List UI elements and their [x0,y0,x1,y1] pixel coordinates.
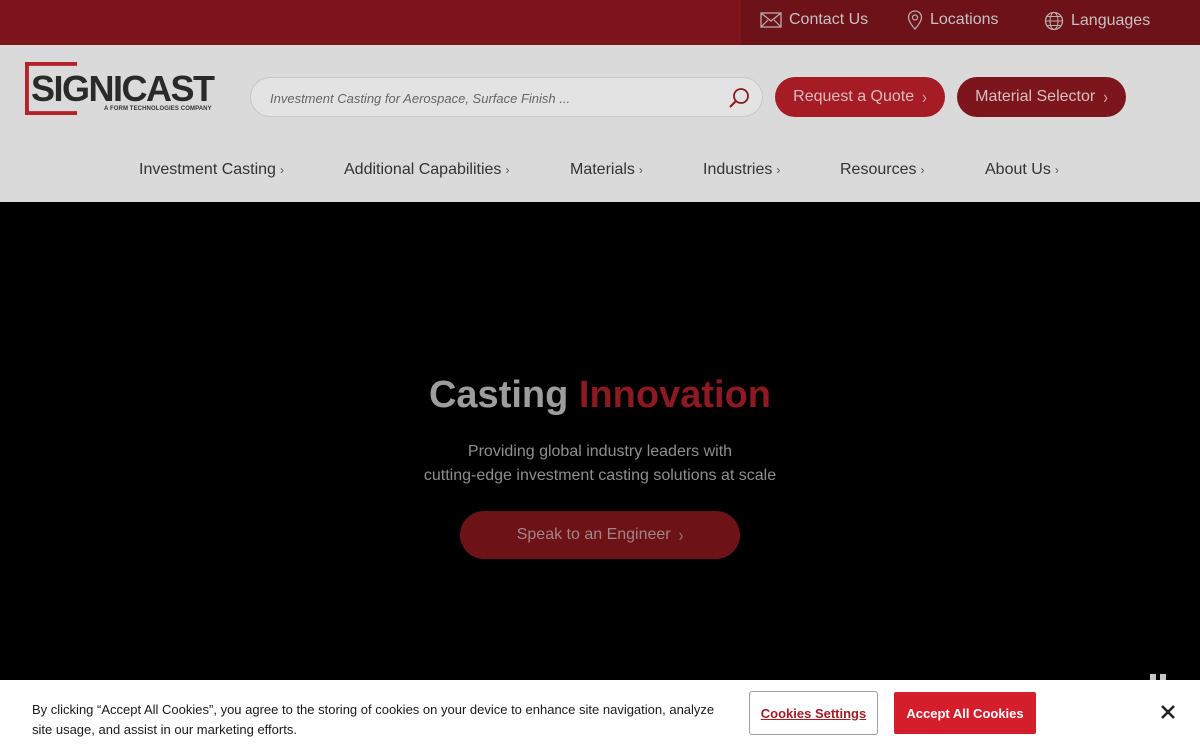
chevron-right-icon: › [1103,86,1108,108]
languages-link[interactable]: Languages [1044,1,1150,41]
close-icon[interactable] [1157,701,1179,723]
site-header: SIGNICAST A FORM TECHNOLOGIES COMPANY Re… [0,45,1200,202]
nav-item-label: About Us [985,161,1051,178]
speak-to-engineer-label: Speak to an Engineer [516,526,671,543]
hero-title: Casting Innovation [0,374,1200,417]
speak-to-engineer-button[interactable]: Speak to an Engineer › [460,511,740,559]
hero-section: Casting Innovation Providing global indu… [0,202,1200,682]
hero-title-part1: Casting [428,374,569,416]
contact-us-label: Contact Us [789,11,869,28]
nav-item-label: Materials [570,161,635,178]
search-input[interactable] [270,87,710,109]
search-bar [250,77,763,117]
chevron-right-icon: › [678,524,684,546]
nav-item-label: Additional Capabilities [344,161,502,178]
hero-subtitle-line1: Providing global industry leaders with [467,443,733,460]
envelope-icon [760,12,782,28]
languages-label: Languages [1071,12,1151,29]
chevron-right-icon: › [505,163,510,177]
globe-icon [1044,11,1064,31]
nav-item-label: Resources [840,161,917,178]
logo-wordmark: SIGNICAST [31,68,215,109]
material-selector-label: Material Selector [975,88,1096,105]
cookies-settings-button[interactable]: Cookies Settings [749,691,878,735]
cookie-banner-text: By clicking “Accept All Cookies”, you ag… [32,702,715,737]
logo-tagline: A FORM TECHNOLOGIES COMPANY [104,106,212,112]
hero-subtitle: Providing global industry leaders with c… [0,440,1200,488]
nav-item-label: Investment Casting [139,161,276,178]
chevron-right-icon: › [920,163,925,177]
nav-item-additional-capabilities[interactable]: Additional Capabilities › [344,161,509,179]
chevron-right-icon: › [1054,163,1059,177]
chevron-right-icon: › [279,163,284,177]
nav-item-about-us[interactable]: About Us › [985,161,1059,179]
nav-item-label: Industries [703,161,773,178]
hero-subtitle-line2: cutting-edge investment casting solution… [423,467,777,484]
locations-link[interactable]: Locations [907,0,999,40]
main-nav: Investment Casting › Additional Capabilit… [0,161,1200,185]
chevron-right-icon: › [922,86,927,108]
request-quote-label: Request a Quote [793,88,915,105]
request-quote-button[interactable]: Request a Quote › [775,77,945,117]
material-selector-button[interactable]: Material Selector › [957,77,1126,117]
contact-us-link[interactable]: Contact Us [760,0,868,40]
utility-links: Contact Us Locations Languages [741,0,1200,45]
utility-bar: Contact Us Locations Languages [0,0,1200,45]
chevron-right-icon: › [638,163,643,177]
chevron-right-icon: › [776,163,781,177]
search-icon[interactable] [728,87,750,109]
nav-item-investment-casting[interactable]: Investment Casting › [139,161,284,179]
hero-title-part2: Innovation [578,374,772,416]
signicast-logo[interactable]: SIGNICAST A FORM TECHNOLOGIES COMPANY [24,61,224,117]
cookie-banner: By clicking “Accept All Cookies”, you ag… [0,680,1200,750]
nav-item-resources[interactable]: Resources › [840,161,924,179]
nav-item-industries[interactable]: Industries › [703,161,780,179]
locations-label: Locations [930,11,999,28]
accept-all-cookies-button[interactable]: Accept All Cookies [894,692,1036,734]
nav-item-materials[interactable]: Materials › [570,161,643,179]
location-pin-icon [907,10,923,30]
